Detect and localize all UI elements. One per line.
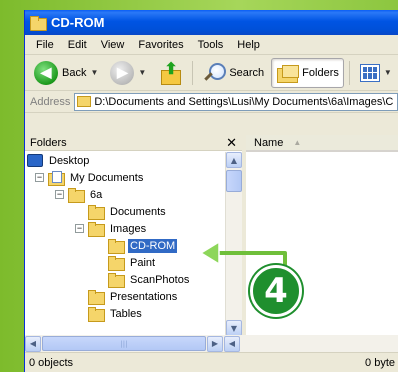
tree-item-label: Desktop: [49, 154, 90, 167]
scrollbar-thumb[interactable]: |||: [42, 336, 206, 351]
collapse-icon[interactable]: −: [75, 224, 84, 233]
folders-label: Folders: [302, 66, 339, 79]
status-bar: 0 objects 0 byte: [25, 352, 398, 372]
menu-view[interactable]: View: [94, 39, 132, 51]
folder-icon: [30, 16, 47, 31]
folder-icon: [88, 307, 105, 322]
folders-icon: [276, 63, 300, 83]
column-name-label: Name: [254, 136, 284, 149]
folder-icon: [108, 256, 125, 271]
tree-item-tables[interactable]: Tables: [25, 305, 229, 322]
tree-item-6a[interactable]: − 6a: [25, 186, 229, 203]
desktop-icon: [27, 154, 43, 167]
chevron-down-icon[interactable]: ▼: [384, 68, 392, 77]
address-bar: Address D:\Documents and Settings\Lusi\M…: [25, 91, 398, 113]
content-horizontal-scrollbar[interactable]: [246, 335, 398, 352]
back-arrow-icon: ◀: [34, 60, 58, 85]
folder-icon: [88, 205, 105, 220]
tree-item-label: Presentations: [110, 290, 178, 303]
forward-button[interactable]: ▶ ▼: [105, 58, 151, 88]
folder-icon: [77, 96, 92, 107]
back-button[interactable]: ◀ Back ▼: [29, 58, 103, 88]
folder-icon: [68, 188, 85, 203]
address-input[interactable]: D:\Documents and Settings\Lusi\My Docume…: [74, 92, 398, 111]
tree-item-label: Images: [110, 222, 147, 235]
address-label: Address: [30, 95, 71, 108]
folders-pane-header: Folders ✕: [25, 135, 242, 151]
scroll-up-icon[interactable]: ▲: [226, 152, 242, 168]
views-icon: [359, 63, 380, 82]
menu-bar: File Edit View Favorites Tools Help: [25, 35, 398, 55]
search-button[interactable]: Search: [198, 58, 269, 88]
menu-file[interactable]: File: [29, 39, 61, 51]
chevron-down-icon[interactable]: ▼: [90, 68, 98, 77]
status-size: 0 byte: [365, 356, 395, 369]
collapse-icon[interactable]: −: [55, 190, 64, 199]
tree-item-label: CD-ROM: [128, 238, 178, 253]
forward-arrow-icon: ▶: [110, 60, 135, 85]
tree-item-label: Documents: [110, 205, 166, 218]
scrollbar-thumb[interactable]: [226, 170, 242, 192]
up-button[interactable]: [153, 58, 187, 88]
open-folder-icon: [108, 239, 125, 254]
status-object-count: 0 objects: [29, 356, 74, 369]
collapse-icon[interactable]: −: [35, 173, 44, 182]
tree-item-desktop[interactable]: Desktop: [25, 152, 229, 169]
tree-item-label: Tables: [110, 307, 142, 320]
tree-item-label: Paint: [130, 256, 156, 269]
menu-tools[interactable]: Tools: [191, 39, 231, 51]
toolbar-separator: [348, 60, 350, 85]
menu-help[interactable]: Help: [230, 39, 267, 51]
tree-item-label: My Documents: [70, 171, 144, 184]
address-value: D:\Documents and Settings\Lusi\My Docume…: [94, 95, 394, 108]
folders-pane-title: Folders: [30, 136, 67, 149]
explorer-window: CD-ROM File Edit View Favorites Tools He…: [24, 10, 398, 372]
views-button[interactable]: ▼: [355, 58, 397, 88]
scroll-down-icon[interactable]: ▼: [226, 320, 242, 336]
folder-icon: [88, 290, 105, 305]
title-bar[interactable]: CD-ROM: [25, 10, 398, 35]
scroll-right-icon[interactable]: ▶: [207, 335, 223, 352]
step-number-badge: 4: [250, 265, 302, 317]
menu-favorites[interactable]: Favorites: [131, 39, 190, 51]
back-label: Back: [62, 66, 87, 79]
tree-item-my-documents[interactable]: − My Documents: [25, 169, 229, 186]
folder-up-icon: [158, 59, 182, 85]
toolbar-separator: [192, 60, 194, 85]
menu-edit[interactable]: Edit: [61, 39, 94, 51]
sort-ascending-icon: ▲: [293, 138, 302, 147]
my-documents-icon: [48, 171, 65, 186]
column-header-name[interactable]: Name ▲: [246, 135, 398, 152]
search-icon: [203, 62, 227, 84]
window-title: CD-ROM: [51, 15, 105, 30]
toolbar: ◀ Back ▼ ▶ ▼ Search Folders ▼: [25, 55, 398, 91]
search-label: Search: [229, 66, 265, 79]
folders-horizontal-scrollbar[interactable]: ◀ ||| ▶ ◀: [25, 335, 246, 352]
scroll-left-icon[interactable]: ◀: [224, 335, 240, 352]
close-icon[interactable]: ✕: [226, 136, 237, 149]
scroll-left-icon[interactable]: ◀: [25, 335, 41, 352]
folders-button[interactable]: Folders: [271, 57, 344, 88]
chevron-down-icon[interactable]: ▼: [138, 68, 146, 77]
folder-icon: [108, 273, 125, 288]
folder-icon: [88, 222, 105, 237]
tree-item-label: 6a: [90, 188, 103, 201]
tree-item-documents[interactable]: Documents: [25, 203, 229, 220]
